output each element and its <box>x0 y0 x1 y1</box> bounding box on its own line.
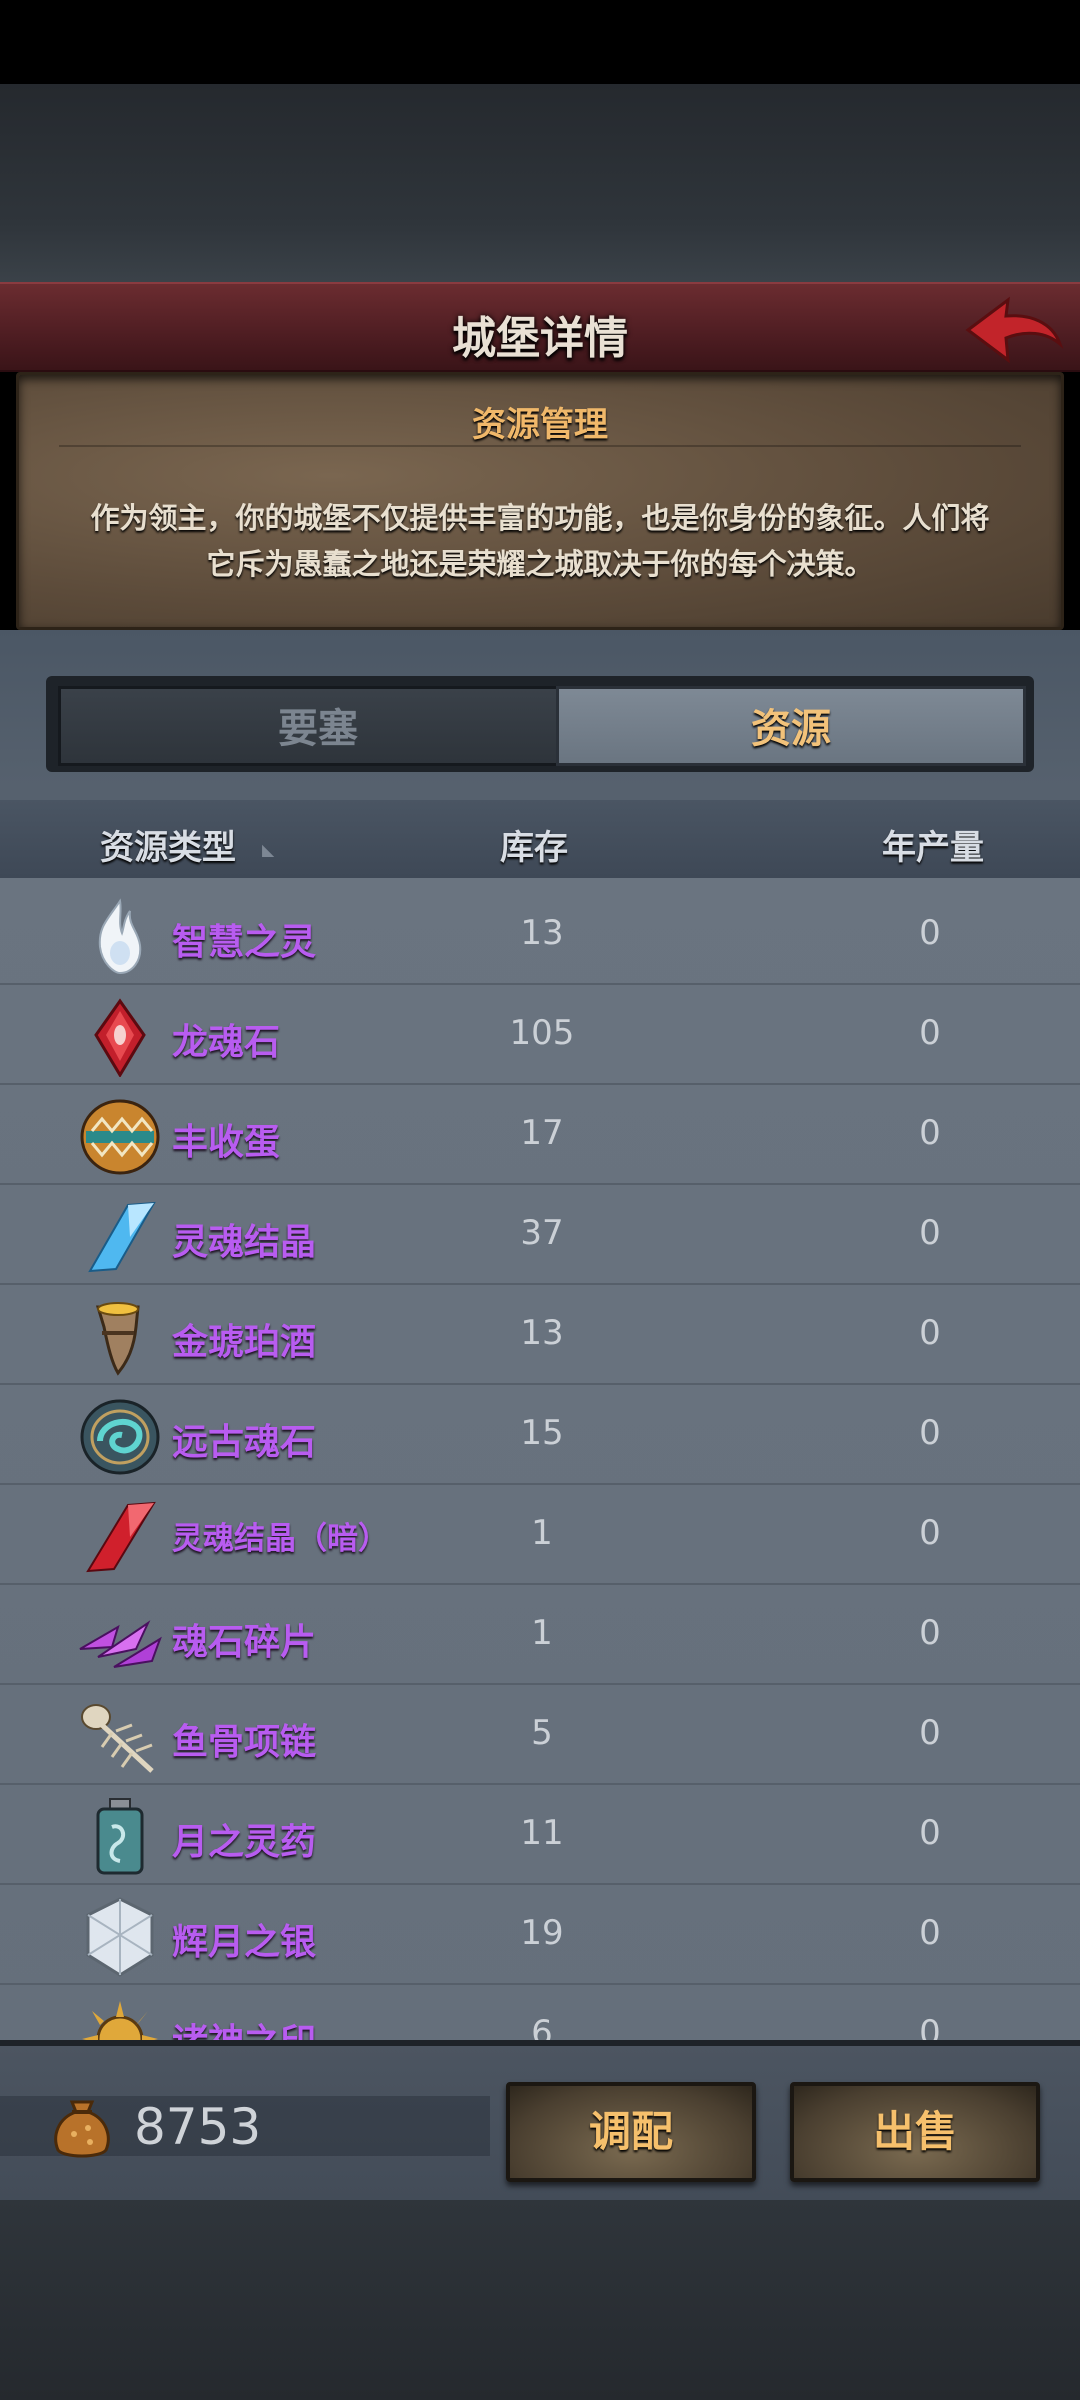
description-line-2: 它斥为愚蠢之地还是荣耀之城取决于你的每个决策。 <box>206 547 874 581</box>
resource-stock: 1 <box>531 1513 553 1553</box>
table-row[interactable]: 鱼骨项链 5 0 <box>0 1685 1080 1785</box>
adjust-button[interactable]: 调配 <box>506 2082 756 2182</box>
fishbone-necklace-icon <box>81 1704 154 1773</box>
resource-stock: 6 <box>531 2013 553 2040</box>
table-row[interactable]: 龙魂石 105 0 <box>0 985 1080 1085</box>
title-bar: 城堡详情 <box>0 282 1080 372</box>
resource-name: 金琥珀酒 <box>172 1322 317 1363</box>
resource-name: 丰收蛋 <box>172 1122 281 1163</box>
resource-stock: 11 <box>520 1813 564 1853</box>
resource-name: 灵魂结晶（暗） <box>172 1521 389 1557</box>
table-row[interactable]: 远古魂石 15 0 <box>0 1385 1080 1485</box>
resource-name: 辉月之银 <box>172 1922 317 1963</box>
back-arrow-icon[interactable] <box>960 292 1066 368</box>
sort-icon: ◣ <box>262 840 275 859</box>
resource-stock: 5 <box>531 1713 553 1753</box>
ancient-soul-stone-icon <box>80 1399 160 1475</box>
table-row[interactable]: 魂石碎片 1 0 <box>0 1585 1080 1685</box>
resource-yearly: 0 <box>919 1113 941 1153</box>
resource-stock: 1 <box>531 1613 553 1653</box>
table-row[interactable]: 月之灵药 11 0 <box>0 1785 1080 1885</box>
amber-wine-icon <box>95 1302 140 1376</box>
table-row[interactable]: 丰收蛋 17 0 <box>0 1085 1080 1185</box>
table-row[interactable]: 金琥珀酒 13 0 <box>0 1285 1080 1385</box>
resource-list[interactable]: 资源类型 ◣ 库存 年产量 智慧之灵 13 0 龙魂石 105 0 丰收蛋 17 <box>0 800 1080 2040</box>
harvest-egg-icon <box>80 1099 160 1175</box>
dark-soul-crystal-icon <box>86 1501 156 1573</box>
resource-stock: 13 <box>520 913 564 953</box>
header-resource-type[interactable]: 资源类型 <box>100 820 236 869</box>
resource-stock: 37 <box>520 1213 564 1253</box>
resource-yearly: 0 <box>919 1813 941 1853</box>
gods-seal-icon <box>82 2001 158 2040</box>
table-row[interactable]: 诸神之印 6 0 <box>0 1985 1080 2040</box>
resource-yearly: 0 <box>919 1613 941 1653</box>
resource-name: 远古魂石 <box>172 1422 317 1463</box>
tab-bar: 要塞 资源 <box>46 676 1034 772</box>
soul-stone-shard-icon <box>79 1620 162 1668</box>
resource-yearly: 0 <box>919 2013 941 2040</box>
moon-elixir-icon <box>96 1798 144 1875</box>
resource-stock: 19 <box>520 1913 564 1953</box>
background-sky <box>0 84 1080 284</box>
moon-silver-icon <box>86 1897 154 1977</box>
resource-yearly: 0 <box>919 1513 941 1553</box>
soul-crystal-icon <box>88 1201 156 1273</box>
resource-stock: 13 <box>520 1313 564 1353</box>
resource-stock: 15 <box>520 1413 564 1453</box>
resource-yearly: 0 <box>919 1413 941 1453</box>
status-bar <box>0 0 1080 84</box>
background-bottom <box>0 2200 1080 2400</box>
resource-yearly: 0 <box>919 913 941 953</box>
info-panel: 资源管理 作为领主，你的城堡不仅提供丰富的功能，也是你身份的象征。人们将 它斥为… <box>16 372 1064 630</box>
resource-name: 诸神之印 <box>172 2013 316 2040</box>
gold-amount: 8753 <box>134 2098 262 2156</box>
dragon-soul-stone-icon <box>94 998 146 1077</box>
sell-button[interactable]: 出售 <box>790 2082 1040 2182</box>
table-row[interactable]: 辉月之银 19 0 <box>0 1885 1080 1985</box>
info-divider <box>59 445 1021 447</box>
bottom-bar: 8753 调配 出售 <box>0 2040 1080 2200</box>
resource-name: 灵魂结晶 <box>172 1222 317 1263</box>
header-yearly: 年产量 <box>882 828 984 868</box>
resource-yearly: 0 <box>919 1913 941 1953</box>
header-stock: 库存 <box>500 828 568 868</box>
resource-stock: 105 <box>509 1013 575 1053</box>
table-row[interactable]: 智慧之灵 13 0 <box>0 885 1080 985</box>
tab-resource[interactable]: 资源 <box>556 686 1026 766</box>
resource-name: 龙魂石 <box>172 1022 281 1063</box>
table-row[interactable]: 灵魂结晶 37 0 <box>0 1185 1080 1285</box>
tab-fortress[interactable]: 要塞 <box>58 686 578 766</box>
resource-name: 月之灵药 <box>172 1822 317 1863</box>
page-title: 城堡详情 <box>452 313 628 364</box>
wisdom-spirit-icon <box>98 898 142 975</box>
resource-name: 魂石碎片 <box>172 1622 317 1663</box>
list-header: 资源类型 ◣ 库存 年产量 <box>0 800 1080 878</box>
resource-yearly: 0 <box>919 1213 941 1253</box>
description-line-1: 作为领主，你的城堡不仅提供丰富的功能，也是你身份的象征。人们将 <box>90 501 990 535</box>
resource-yearly: 0 <box>919 1313 941 1353</box>
gold-sack-icon <box>54 2100 110 2158</box>
resource-yearly: 0 <box>919 1713 941 1753</box>
resource-stock: 17 <box>520 1113 564 1153</box>
resource-name: 智慧之灵 <box>172 922 317 963</box>
resource-name: 鱼骨项链 <box>172 1722 317 1763</box>
resource-yearly: 0 <box>919 1013 941 1053</box>
info-description: 作为领主，你的城堡不仅提供丰富的功能，也是你身份的象征。人们将 它斥为愚蠢之地还… <box>59 495 1021 587</box>
info-subtitle: 资源管理 <box>472 405 608 445</box>
table-row[interactable]: 灵魂结晶（暗） 1 0 <box>0 1485 1080 1585</box>
